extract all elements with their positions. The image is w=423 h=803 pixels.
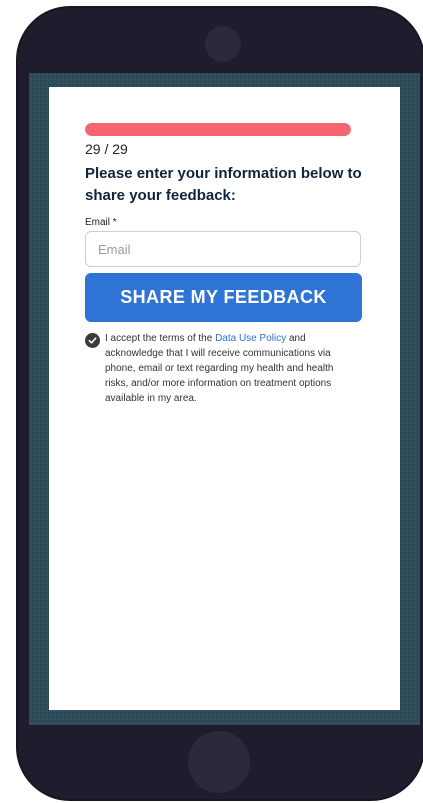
home-button-icon[interactable]: [188, 731, 250, 793]
phone-frame: 29 / 29 Please enter your information be…: [16, 6, 423, 801]
progress-fill: [85, 123, 351, 136]
form-heading: Please enter your information below to s…: [85, 165, 362, 204]
email-label: Email *: [85, 217, 117, 228]
consent-text: I accept the terms of the Data Use Polic…: [105, 331, 355, 406]
email-input[interactable]: [85, 231, 361, 267]
progress-count: 29 / 29: [85, 141, 128, 157]
progress-bar: [85, 123, 351, 136]
app-screen: 29 / 29 Please enter your information be…: [49, 87, 400, 710]
screen-bezel: 29 / 29 Please enter your information be…: [29, 73, 420, 725]
share-feedback-button[interactable]: SHARE MY FEEDBACK: [85, 273, 362, 322]
data-use-policy-link[interactable]: Data Use Policy: [215, 333, 286, 344]
consent-text-before: I accept the terms of the: [105, 333, 216, 344]
camera-icon: [205, 26, 241, 62]
consent-row: I accept the terms of the Data Use Polic…: [85, 331, 355, 406]
checkmark-icon: [88, 337, 97, 344]
consent-checkbox[interactable]: [85, 333, 100, 348]
